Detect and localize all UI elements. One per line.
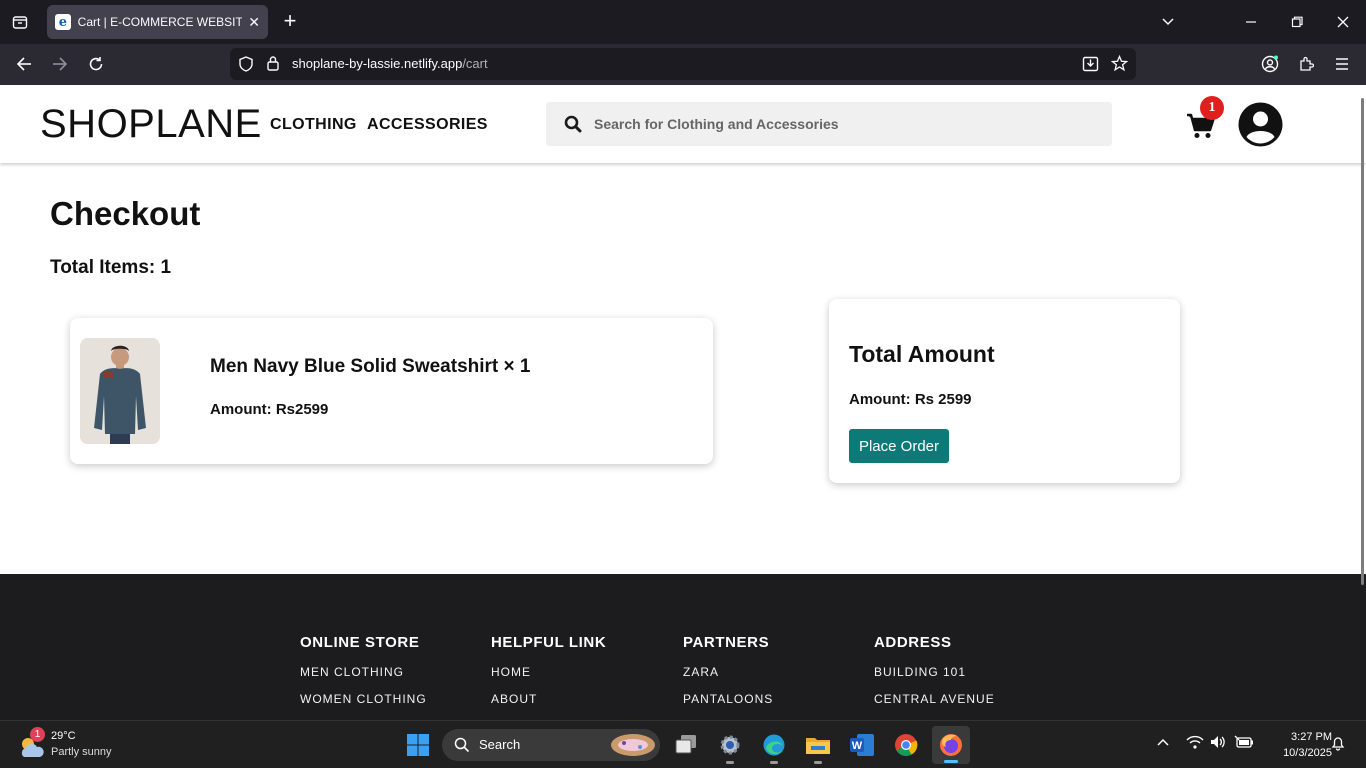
active-indicator	[944, 760, 958, 763]
footer-link[interactable]: ZARA	[683, 665, 773, 679]
taskbar-search[interactable]: Search	[442, 729, 660, 761]
total-amount-value: Amount: Rs 2599	[849, 391, 972, 408]
shield-icon[interactable]	[238, 56, 254, 77]
tray-overflow-chevron-icon[interactable]	[1156, 735, 1170, 752]
place-order-button[interactable]: Place Order	[849, 429, 949, 463]
site-logo[interactable]: SHOPLANE	[40, 102, 262, 147]
start-windows-icon[interactable]	[402, 729, 434, 761]
tab-close-icon[interactable]: ✕	[248, 14, 260, 31]
footer-link[interactable]: MEN CLOTHING	[300, 665, 427, 679]
svg-text:W: W	[852, 740, 863, 752]
tab-list-icon[interactable]	[8, 10, 32, 34]
os-taskbar: 1 29°C Partly sunny Search W 3:27 PM 10/…	[0, 720, 1366, 768]
address-bar[interactable]: shoplane-by-lassie.netlify.app/cart	[230, 48, 1136, 80]
search-input[interactable]	[594, 102, 1094, 146]
order-summary-card: Total Amount Amount: Rs 2599 Place Order	[829, 299, 1180, 483]
task-view-icon[interactable]	[670, 729, 702, 761]
volume-icon[interactable]	[1210, 735, 1226, 752]
url-host: shoplane-by-lassie.netlify.app	[292, 56, 463, 71]
site-footer: ONLINE STORE MEN CLOTHING WOMEN CLOTHING…	[0, 574, 1366, 720]
site-search	[546, 102, 1112, 146]
close-window-icon[interactable]	[1331, 10, 1355, 34]
wifi-icon[interactable]	[1186, 735, 1204, 752]
account-icon[interactable]	[1258, 52, 1282, 76]
footer-heading: ONLINE STORE	[300, 634, 420, 651]
url-text[interactable]: shoplane-by-lassie.netlify.app/cart	[292, 56, 488, 71]
web-page: SHOPLANE CLOTHING ACCESSORIES 1 Checkout…	[0, 85, 1366, 720]
battery-icon[interactable]	[1234, 735, 1254, 752]
footer-heading: PARTNERS	[683, 634, 770, 651]
word-icon[interactable]: W	[846, 729, 878, 761]
bookmark-star-icon[interactable]	[1110, 54, 1129, 77]
footer-link[interactable]: ABOUT	[491, 692, 606, 706]
browser-toolbar: shoplane-by-lassie.netlify.app/cart	[0, 44, 1366, 85]
weather-temp: 29°C	[51, 730, 76, 742]
weather-widget[interactable]: 1 29°C Partly sunny	[18, 727, 128, 761]
footer-heading: ADDRESS	[874, 634, 952, 651]
tab-title: Cart | E-COMMERCE WEBSITE BY	[77, 15, 243, 29]
nav-link-clothing[interactable]: CLOTHING	[270, 116, 357, 133]
site-nav: CLOTHING ACCESSORIES	[270, 116, 494, 134]
weather-badge: 1	[30, 727, 45, 742]
search-icon	[564, 115, 582, 138]
cart-count-badge: 1	[1200, 96, 1224, 120]
clock-date: 10/3/2025	[1283, 747, 1332, 759]
footer-link: CENTRAL AVENUE	[874, 692, 995, 706]
footer-link[interactable]: WOMEN CLOTHING	[300, 692, 427, 706]
menu-hamburger-icon[interactable]	[1330, 52, 1354, 76]
footer-column-helpful-link: HELPFUL LINK HOME ABOUT	[491, 634, 606, 719]
forward-arrow-icon[interactable]	[48, 52, 72, 76]
save-page-icon[interactable]	[1082, 56, 1099, 77]
checkout-title: Checkout	[50, 195, 201, 232]
browser-tab-active[interactable]: e Cart | E-COMMERCE WEBSITE BY ✕	[47, 5, 268, 39]
footer-link[interactable]: PANTALOONS	[683, 692, 773, 706]
tab-overflow-chevron-icon[interactable]	[1156, 10, 1180, 34]
notification-bell-icon[interactable]	[1330, 735, 1346, 754]
product-image[interactable]	[80, 338, 160, 444]
site-favicon-icon: e	[55, 14, 71, 30]
footer-column-online-store: ONLINE STORE MEN CLOTHING WOMEN CLOTHING	[300, 634, 427, 719]
edge-browser-icon[interactable]	[758, 729, 790, 764]
footer-link[interactable]: HOME	[491, 665, 606, 679]
footer-column-partners: PARTNERS ZARA PANTALOONS	[683, 634, 773, 719]
user-avatar-icon[interactable]	[1238, 102, 1283, 147]
search-icon	[454, 737, 470, 753]
extensions-icon[interactable]	[1294, 52, 1318, 76]
page-scrollbar[interactable]	[1361, 98, 1364, 585]
running-indicator	[814, 761, 822, 764]
total-amount-title: Total Amount	[849, 341, 995, 367]
search-highlight-icon	[611, 734, 655, 756]
footer-column-address: ADDRESS BUILDING 101 CENTRAL AVENUE	[874, 634, 995, 719]
url-path: /cart	[462, 56, 488, 71]
cart-item-name: Men Navy Blue Solid Sweatshirt × 1	[210, 356, 531, 377]
firefox-icon[interactable]	[932, 726, 970, 764]
clock-time: 3:27 PM	[1291, 731, 1332, 743]
taskbar-search-label: Search	[479, 737, 521, 752]
file-explorer-icon[interactable]	[802, 729, 834, 764]
cart-item-amount: Amount: Rs2599	[210, 401, 329, 418]
browser-tab-bar: e Cart | E-COMMERCE WEBSITE BY ✕ +	[0, 0, 1366, 44]
reload-icon[interactable]	[84, 52, 108, 76]
nav-link-accessories[interactable]: ACCESSORIES	[367, 116, 488, 133]
weather-desc: Partly sunny	[51, 746, 112, 758]
new-tab-button[interactable]: +	[280, 9, 300, 33]
footer-link: BUILDING 101	[874, 665, 967, 679]
back-arrow-icon[interactable]	[12, 52, 36, 76]
cart-item-card: Men Navy Blue Solid Sweatshirt × 1 Amoun…	[70, 318, 713, 464]
minimize-icon[interactable]	[1239, 10, 1263, 34]
footer-heading: HELPFUL LINK	[491, 634, 607, 651]
running-indicator	[770, 761, 778, 764]
system-clock[interactable]: 3:27 PM 10/3/2025	[1262, 729, 1332, 761]
chrome-icon[interactable]	[890, 729, 922, 761]
running-indicator	[726, 761, 734, 764]
total-items-count: Total Items: 1	[50, 257, 172, 278]
lock-icon[interactable]	[266, 55, 280, 77]
settings-gear-icon[interactable]	[714, 729, 746, 764]
restore-icon[interactable]	[1285, 10, 1309, 34]
site-header: SHOPLANE CLOTHING ACCESSORIES 1	[0, 85, 1366, 163]
